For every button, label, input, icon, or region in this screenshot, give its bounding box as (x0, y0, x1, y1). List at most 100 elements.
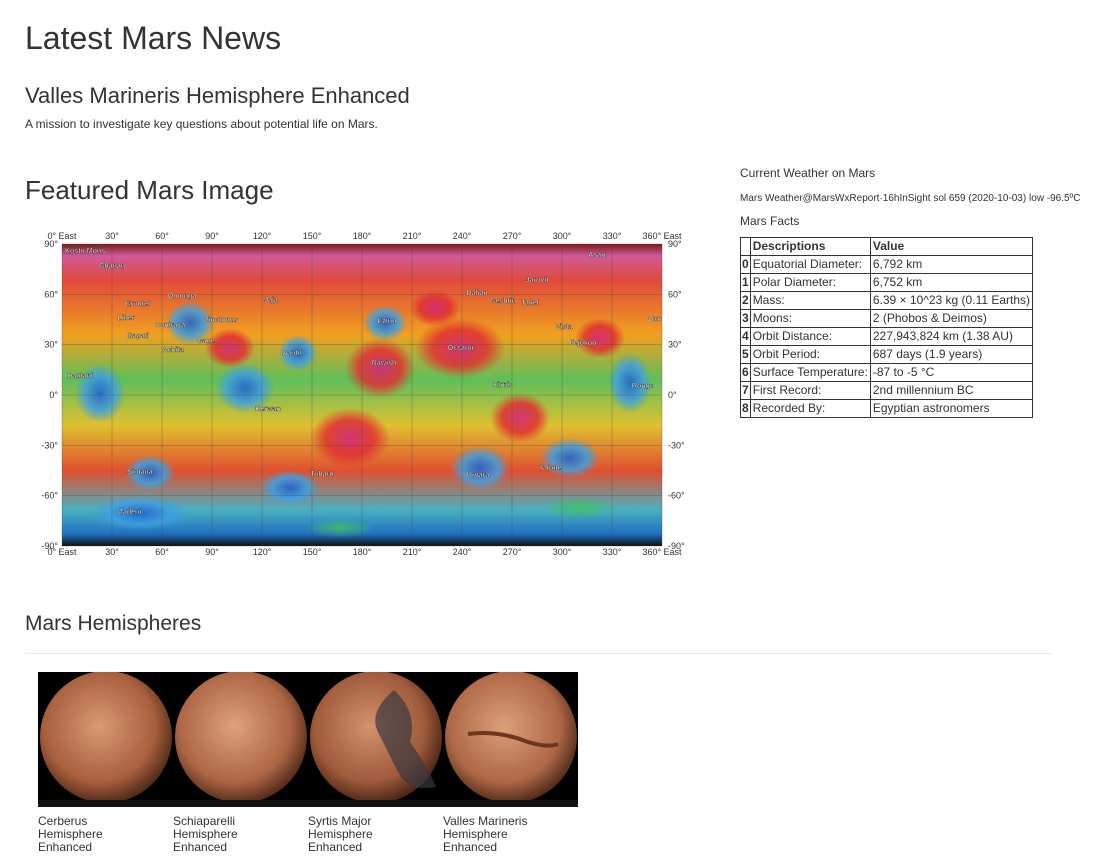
hemispheres-title: Mars Hemispheres (25, 612, 202, 635)
hemispheres-svg (38, 671, 578, 807)
map-bottom-tick-label: 150° (303, 547, 322, 557)
map-feature-label: Liber (117, 315, 134, 322)
map-top-tick-label: 120° (253, 231, 272, 241)
map-left-tick-label: -90° (41, 541, 58, 551)
row-index: 2 (740, 291, 751, 310)
table-row: 4 Orbit Distance: 227,943,824 km (1.38 AU) (740, 327, 1034, 346)
map-left-tick-label: 0° (49, 390, 58, 400)
fact-description: Moons: (749, 309, 871, 328)
weather-text: Mars Weather@MarsWxReport·16hInSight sol… (740, 193, 1081, 204)
table-row: 6 Surface Temperature: -87 to -5 °C (740, 363, 1034, 382)
map-feature-label: Ikapati (127, 333, 149, 340)
map-region (540, 438, 600, 478)
row-index: 6 (740, 363, 751, 382)
map-feature-label: Takel (521, 300, 538, 307)
featured-mars-image[interactable]: 0° East 30° 60° 90° 120° 150° 180° 210° 240° 270°… (40, 228, 690, 562)
row-index: 1 (740, 273, 751, 292)
featured-image-title: Featured Mars Image (25, 175, 274, 205)
map-feature-label: Dantu (282, 350, 302, 357)
table-row: 2 Mass: 6.39 × 10^23 kg (0.11 Earths) (740, 291, 1034, 310)
news-title[interactable]: Valles Marineris Hemisphere Enhanced (25, 83, 410, 109)
hemisphere-image-cerberus[interactable] (40, 671, 172, 803)
map-bottom-tick-label: 60° (155, 547, 169, 557)
index-header (740, 237, 751, 256)
mars-facts-table: Descriptions Value 0 Equatorial Diameter:… (740, 237, 1034, 418)
hemisphere-caption-valles-marineris[interactable]: Valles Marineris Hemisphere Enhanced (443, 815, 553, 854)
map-region (540, 496, 620, 520)
weather-heading: Current Weather on Mars (740, 166, 876, 180)
fact-value: 227,943,824 km (1.38 AU) (869, 327, 1034, 346)
map-top-tick-label: 300° (553, 231, 572, 241)
map-region (490, 393, 550, 443)
table-row: 7 First Record: 2nd millennium BC (740, 381, 1034, 400)
map-region (410, 290, 460, 326)
map-bottom-tick-label: 270° (503, 547, 522, 557)
section-divider (25, 653, 1051, 654)
hemisphere-caption-syrtis-major[interactable]: Syrtis Major Hemisphere Enhanced (308, 815, 418, 854)
map-top-tick-label: 210° (403, 231, 422, 241)
map-top-tick-label: 270° (503, 231, 522, 241)
map-top-tick-label: 240° (453, 231, 472, 241)
row-index: 4 (740, 327, 751, 346)
fact-description: Recorded By: (749, 399, 871, 418)
fact-description: Polar Diameter: (749, 273, 871, 292)
map-bottom-tick-label: 330° (603, 547, 622, 557)
hemisphere-caption-schiaparelli[interactable]: Schiaparelli Hemisphere Enhanced (173, 815, 283, 854)
map-left-tick-label: -60° (41, 491, 58, 501)
row-index: 3 (740, 309, 751, 328)
map-feature-label: Sintana (127, 469, 152, 476)
map-region (450, 446, 510, 490)
page-title: Latest Mars News (25, 20, 282, 56)
fact-description: First Record: (749, 381, 871, 400)
map-feature-label: Dalian (466, 290, 487, 297)
table-row: 8 Recorded By: Egyptian astronomers (740, 399, 1034, 418)
map-feature-label: Hautani (67, 373, 93, 380)
map-feature-label: Ghanan (99, 263, 125, 270)
map-feature-label: Ezinu (378, 318, 397, 325)
strip-footer (38, 800, 578, 807)
map-feature-label: Oxo (648, 316, 662, 323)
news-paragraph: A mission to investigate key questions a… (25, 117, 378, 131)
map-bottom-tick-label: 90° (205, 547, 219, 557)
fact-description: Equatorial Diameter: (749, 255, 871, 274)
map-top-tick-label: 330° (603, 231, 622, 241)
map-feature-label: Fejokoo (570, 340, 597, 347)
value-header: Value (869, 237, 1034, 256)
map-region (575, 318, 625, 358)
map-feature-label: Jarovit (526, 277, 550, 284)
row-index: 7 (740, 381, 751, 400)
map-left-tick-label: 30° (44, 340, 58, 350)
row-index: 8 (740, 399, 751, 418)
fact-value: 6,752 km (869, 273, 1034, 292)
map-bottom-tick-label: 300° (553, 547, 572, 557)
fact-description: Mass: (749, 291, 871, 310)
fact-value: -87 to -5 °C (869, 363, 1034, 382)
map-right-tick-label: 30° (668, 340, 682, 350)
fact-description: Orbit Distance: (749, 327, 871, 346)
map-feature-label: Coniraya (155, 322, 185, 329)
map-feature-label: Achita (162, 347, 184, 354)
fact-value: Egyptian astronomers (869, 399, 1034, 418)
hemisphere-caption-cerberus[interactable]: Cerberus Hemisphere Enhanced (38, 815, 148, 854)
map-feature-label: Asari (588, 252, 606, 259)
map-left-tick-label: -30° (41, 440, 58, 450)
map-feature-label: Kirnis (493, 382, 513, 389)
map-feature-label: Ernutet (126, 301, 151, 308)
map-region (75, 363, 125, 423)
map-feature-label: Yalode (539, 465, 562, 472)
map-feature-label: Gaue (197, 338, 215, 345)
hemispheres-image-strip (38, 671, 578, 807)
map-bottom-tick-label: 240° (453, 547, 472, 557)
fact-value: 2 (Phobos & Deimos) (869, 309, 1034, 328)
map-bottom-tick-label: 210° (403, 547, 422, 557)
fact-value: 6.39 × 10^23 kg (0.11 Earths) (869, 291, 1034, 310)
map-feature-label: Geshtin (490, 298, 516, 305)
table-row: 5 Orbit Period: 687 days (1.9 years) (740, 345, 1034, 364)
fact-value: 6,792 km (869, 255, 1034, 274)
map-feature-label: Vista (556, 324, 573, 331)
row-index: 0 (740, 255, 751, 274)
map-feature-label: Toharu (310, 471, 333, 478)
map-right-tick-label: -90° (668, 541, 685, 551)
hemisphere-image-schiaparelli[interactable] (175, 671, 307, 803)
map-region (310, 408, 390, 468)
